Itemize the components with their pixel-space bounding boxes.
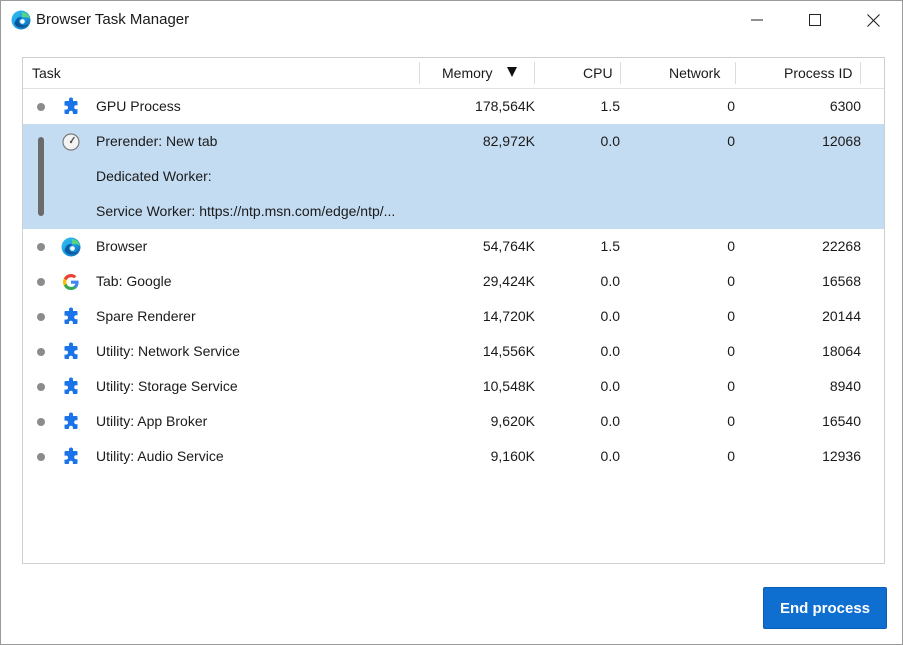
column-divider[interactable] [735, 62, 736, 84]
puzzle-icon [61, 97, 81, 117]
task-name: Utility: Audio Service [96, 448, 224, 464]
cpu-value: 0.0 [600, 273, 620, 289]
table-row[interactable]: Utility: Storage Service 10,548K 0.0 0 8940 [23, 369, 884, 404]
minimize-button[interactable] [734, 1, 780, 39]
table-row[interactable]: Tab: Google 29,424K 0.0 0 16568 [23, 264, 884, 299]
process-id-value: 20144 [822, 308, 861, 324]
memory-value: 178,564K [475, 98, 535, 114]
memory-value: 10,548K [482, 378, 535, 394]
table-row[interactable]: Utility: Audio Service 9,160K 0.0 0 12936 [23, 439, 884, 474]
task-name: Service Worker: https://ntp.msn.com/edge… [96, 203, 396, 219]
puzzle-icon [61, 307, 81, 327]
cpu-value: 0.0 [600, 378, 620, 394]
task-name: Utility: Network Service [96, 343, 240, 359]
memory-value: 29,424K [482, 273, 535, 289]
table-row[interactable]: Utility: App Broker 9,620K 0.0 0 16540 [23, 404, 884, 439]
column-header-process-id[interactable]: Process ID [784, 65, 852, 81]
process-id-value: 6300 [829, 98, 861, 114]
cpu-value: 1.5 [600, 238, 620, 254]
table-row[interactable]: Prerender: New tab Dedicated Worker: Servi… [23, 124, 884, 229]
row-bullet [37, 383, 45, 391]
close-icon [866, 13, 880, 27]
cpu-value: 0.0 [600, 133, 620, 149]
network-value: 0 [727, 413, 735, 429]
memory-value: 9,620K [490, 413, 535, 429]
title-bar[interactable]: Browser Task Manager [1, 1, 902, 39]
task-name: Utility: Storage Service [96, 378, 238, 394]
column-divider[interactable] [620, 62, 621, 84]
network-value: 0 [727, 343, 735, 359]
table-header: Task Memory CPU Network Process ID [23, 58, 884, 89]
edge-logo-icon [11, 10, 31, 30]
sort-descending-icon [507, 67, 517, 77]
process-id-value: 18064 [822, 343, 861, 359]
cpu-value: 1.5 [600, 98, 620, 114]
process-table: Task Memory CPU Network Process ID GPU P… [22, 57, 885, 564]
column-divider[interactable] [860, 62, 861, 84]
process-id-value: 22268 [822, 238, 861, 254]
network-value: 0 [727, 273, 735, 289]
cpu-value: 0.0 [600, 308, 620, 324]
process-id-value: 16568 [822, 273, 861, 289]
process-id-value: 8940 [829, 378, 861, 394]
task-name: Dedicated Worker: [96, 168, 212, 184]
maximize-button[interactable] [792, 1, 838, 39]
column-divider[interactable] [534, 62, 535, 84]
cpu-value: 0.0 [600, 343, 620, 359]
task-manager-window: Browser Task Manager Task Memory CPU Net… [0, 0, 903, 645]
memory-value: 82,972K [482, 133, 535, 149]
puzzle-icon [61, 447, 81, 467]
edge-icon [61, 237, 81, 257]
row-bullet [37, 418, 45, 426]
maximize-icon [809, 14, 821, 26]
puzzle-icon [61, 412, 81, 432]
task-name: GPU Process [96, 98, 181, 114]
network-value: 0 [727, 238, 735, 254]
memory-value: 14,720K [482, 308, 535, 324]
memory-value: 9,160K [490, 448, 535, 464]
close-button[interactable] [850, 1, 896, 39]
network-value: 0 [727, 133, 735, 149]
column-divider[interactable] [419, 62, 420, 84]
row-bullet [37, 453, 45, 461]
cpu-value: 0.0 [600, 413, 620, 429]
row-bullet [37, 348, 45, 356]
network-value: 0 [727, 98, 735, 114]
row-bullet [37, 313, 45, 321]
table-row[interactable]: GPU Process 178,564K 1.5 0 6300 [23, 89, 884, 124]
task-name: Utility: App Broker [96, 413, 208, 429]
column-header-network[interactable]: Network [669, 65, 720, 81]
task-name: Browser [96, 238, 148, 254]
row-bullet [37, 243, 45, 251]
task-name: Spare Renderer [96, 308, 196, 324]
column-header-cpu[interactable]: CPU [583, 65, 613, 81]
process-id-value: 12936 [822, 448, 861, 464]
google-icon [61, 272, 81, 292]
table-row[interactable]: Browser 54,764K 1.5 0 22268 [23, 229, 884, 264]
puzzle-icon [61, 342, 81, 362]
cpu-value: 0.0 [600, 448, 620, 464]
column-header-memory[interactable]: Memory [442, 65, 493, 81]
memory-value: 14,556K [482, 343, 535, 359]
task-name: Prerender: New tab [96, 133, 218, 149]
memory-value: 54,764K [482, 238, 535, 254]
table-row[interactable]: Utility: Network Service 14,556K 0.0 0 18064 [23, 334, 884, 369]
minimize-icon [751, 19, 763, 21]
row-bullet [37, 103, 45, 111]
process-id-value: 12068 [822, 133, 861, 149]
group-indicator [38, 137, 44, 216]
window-title: Browser Task Manager [36, 11, 190, 28]
network-value: 0 [727, 308, 735, 324]
puzzle-icon [61, 377, 81, 397]
process-id-value: 16540 [822, 413, 861, 429]
network-value: 0 [727, 448, 735, 464]
task-name: Tab: Google [96, 273, 172, 289]
column-header-task[interactable]: Task [32, 65, 61, 81]
row-bullet [37, 278, 45, 286]
end-process-button[interactable]: End process [763, 587, 887, 629]
gauge-icon [61, 132, 81, 152]
table-row[interactable]: Spare Renderer 14,720K 0.0 0 20144 [23, 299, 884, 334]
network-value: 0 [727, 378, 735, 394]
